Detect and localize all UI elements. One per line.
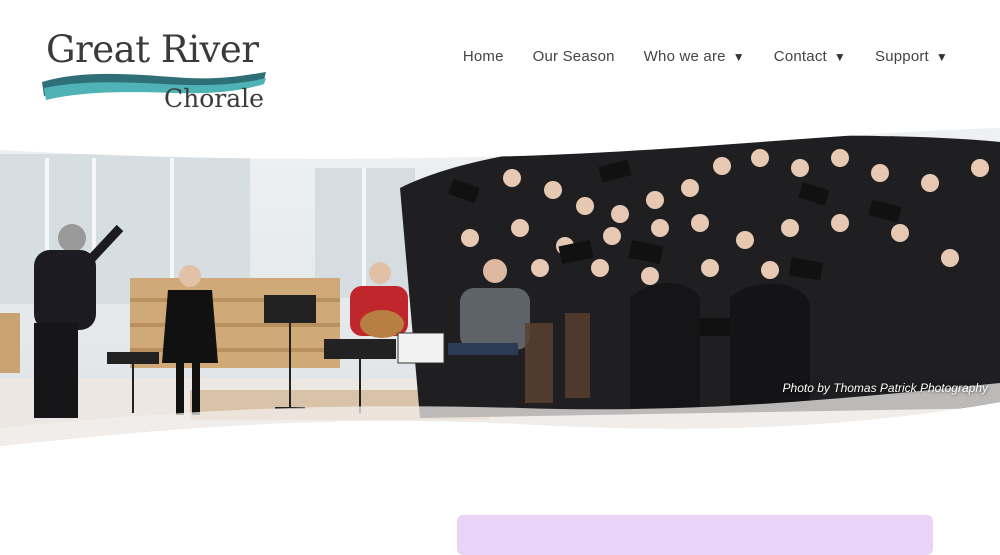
nav-who-we-are-label: Who we are (643, 48, 726, 65)
logo-subtitle: Chorale (164, 84, 264, 113)
site-logo[interactable]: Great River Chorale (38, 26, 270, 118)
photo-credit: Photo by Thomas Patrick Photography (782, 381, 988, 395)
promo-box (457, 515, 933, 555)
caret-down-icon: ▼ (833, 49, 846, 64)
nav-support-label: Support (874, 48, 929, 65)
caret-down-icon: ▼ (732, 49, 745, 64)
nav-contact-label: Contact (773, 48, 827, 65)
site-header: Great River Chorale Home Our Season Who … (0, 0, 1000, 130)
nav-our-season[interactable]: Our Season (533, 48, 615, 65)
nav-who-we-are[interactable]: Who we are ▼ (644, 48, 745, 65)
nav-home-label: Home (462, 48, 504, 65)
nav-our-season-label: Our Season (532, 48, 615, 65)
nav-support[interactable]: Support ▼ (875, 48, 948, 65)
logo-title: Great River (46, 28, 259, 71)
hero-photo (0, 128, 1000, 446)
main-nav: Home Our Season Who we are ▼ Contact ▼ S… (463, 48, 948, 65)
hero-banner: Photo by Thomas Patrick Photography (0, 128, 1000, 450)
nav-home[interactable]: Home (463, 48, 504, 65)
caret-down-icon: ▼ (935, 49, 948, 64)
nav-contact[interactable]: Contact ▼ (774, 48, 846, 65)
